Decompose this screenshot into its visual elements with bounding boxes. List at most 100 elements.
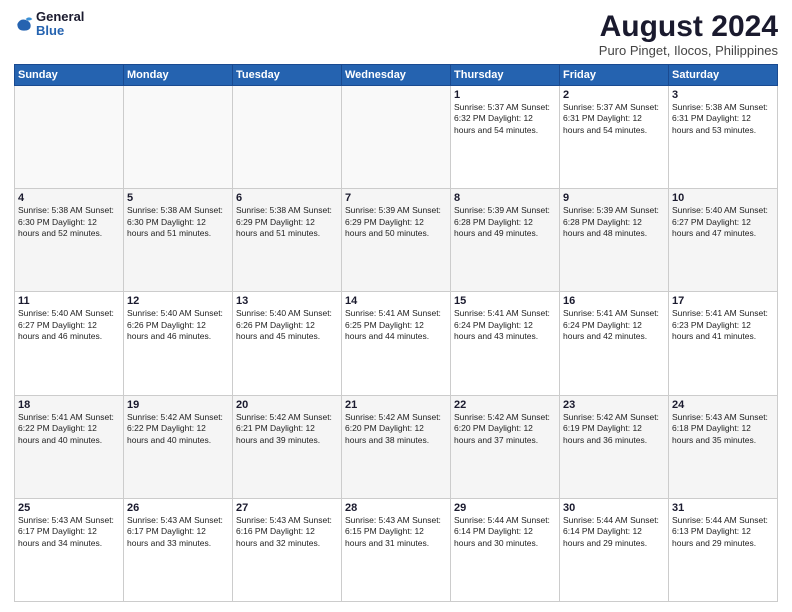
day-number: 7: [345, 192, 447, 204]
cell-info: Sunrise: 5:44 AM Sunset: 6:14 PM Dayligh…: [563, 515, 665, 549]
calendar-cell: 31Sunrise: 5:44 AM Sunset: 6:13 PM Dayli…: [669, 498, 778, 601]
day-number: 17: [672, 295, 774, 307]
cell-info: Sunrise: 5:37 AM Sunset: 6:32 PM Dayligh…: [454, 102, 556, 136]
cell-info: Sunrise: 5:43 AM Sunset: 6:17 PM Dayligh…: [18, 515, 120, 549]
calendar-cell: 15Sunrise: 5:41 AM Sunset: 6:24 PM Dayli…: [451, 292, 560, 395]
day-number: 6: [236, 192, 338, 204]
cell-info: Sunrise: 5:38 AM Sunset: 6:29 PM Dayligh…: [236, 205, 338, 239]
cell-info: Sunrise: 5:38 AM Sunset: 6:31 PM Dayligh…: [672, 102, 774, 136]
week-row-1: 1Sunrise: 5:37 AM Sunset: 6:32 PM Daylig…: [15, 86, 778, 189]
day-header-friday: Friday: [560, 65, 669, 86]
day-number: 31: [672, 502, 774, 514]
calendar-cell: 8Sunrise: 5:39 AM Sunset: 6:28 PM Daylig…: [451, 189, 560, 292]
calendar-cell: 30Sunrise: 5:44 AM Sunset: 6:14 PM Dayli…: [560, 498, 669, 601]
day-number: 19: [127, 399, 229, 411]
calendar-cell: 4Sunrise: 5:38 AM Sunset: 6:30 PM Daylig…: [15, 189, 124, 292]
day-number: 20: [236, 399, 338, 411]
cell-info: Sunrise: 5:40 AM Sunset: 6:27 PM Dayligh…: [672, 205, 774, 239]
day-header-wednesday: Wednesday: [342, 65, 451, 86]
day-number: 13: [236, 295, 338, 307]
calendar-cell: [124, 86, 233, 189]
week-row-5: 25Sunrise: 5:43 AM Sunset: 6:17 PM Dayli…: [15, 498, 778, 601]
cell-info: Sunrise: 5:40 AM Sunset: 6:27 PM Dayligh…: [18, 308, 120, 342]
day-number: 23: [563, 399, 665, 411]
cell-info: Sunrise: 5:44 AM Sunset: 6:14 PM Dayligh…: [454, 515, 556, 549]
calendar-cell: 24Sunrise: 5:43 AM Sunset: 6:18 PM Dayli…: [669, 395, 778, 498]
day-number: 12: [127, 295, 229, 307]
day-number: 5: [127, 192, 229, 204]
day-number: 8: [454, 192, 556, 204]
week-row-2: 4 Sunrise: 5:38 AM Sunset: 6:30 PM Daylig…: [15, 189, 778, 292]
day-number: 29: [454, 502, 556, 514]
day-number: 24: [672, 399, 774, 411]
day-number: 4: [18, 192, 120, 204]
day-number: 11: [18, 295, 120, 307]
calendar-cell: 13Sunrise: 5:40 AM Sunset: 6:26 PM Dayli…: [233, 292, 342, 395]
week-row-4: 18Sunrise: 5:41 AM Sunset: 6:22 PM Dayli…: [15, 395, 778, 498]
calendar-cell: 12Sunrise: 5:40 AM Sunset: 6:26 PM Dayli…: [124, 292, 233, 395]
calendar-cell: 19Sunrise: 5:42 AM Sunset: 6:22 PM Dayli…: [124, 395, 233, 498]
calendar-cell: [15, 86, 124, 189]
cell-info: Sunrise: 5:43 AM Sunset: 6:18 PM Dayligh…: [672, 412, 774, 446]
calendar-cell: 6Sunrise: 5:38 AM Sunset: 6:29 PM Daylig…: [233, 189, 342, 292]
cell-info: Sunrise: 5:41 AM Sunset: 6:24 PM Dayligh…: [563, 308, 665, 342]
header: General Blue August 2024 Puro Pinget, Il…: [14, 10, 778, 58]
calendar-cell: 7Sunrise: 5:39 AM Sunset: 6:29 PM Daylig…: [342, 189, 451, 292]
cell-info: Sunrise: 5:42 AM Sunset: 6:20 PM Dayligh…: [345, 412, 447, 446]
calendar-cell: 17Sunrise: 5:41 AM Sunset: 6:23 PM Dayli…: [669, 292, 778, 395]
calendar-cell: [342, 86, 451, 189]
logo-icon: [14, 14, 34, 34]
calendar-cell: 21Sunrise: 5:42 AM Sunset: 6:20 PM Dayli…: [342, 395, 451, 498]
cell-info: Sunrise: 5:42 AM Sunset: 6:19 PM Dayligh…: [563, 412, 665, 446]
calendar-cell: [233, 86, 342, 189]
calendar-cell: 5Sunrise: 5:38 AM Sunset: 6:30 PM Daylig…: [124, 189, 233, 292]
cell-info: Sunrise: 5:38 AM Sunset: 6:30 PM Dayligh…: [127, 205, 229, 239]
day-number: 30: [563, 502, 665, 514]
calendar-cell: 9Sunrise: 5:39 AM Sunset: 6:28 PM Daylig…: [560, 189, 669, 292]
cell-info: Sunrise: 5:43 AM Sunset: 6:17 PM Dayligh…: [127, 515, 229, 549]
cell-info: Sunrise: 5:41 AM Sunset: 6:24 PM Dayligh…: [454, 308, 556, 342]
calendar-cell: 27Sunrise: 5:43 AM Sunset: 6:16 PM Dayli…: [233, 498, 342, 601]
day-number: 10: [672, 192, 774, 204]
day-number: 3: [672, 89, 774, 101]
calendar-cell: 22Sunrise: 5:42 AM Sunset: 6:20 PM Dayli…: [451, 395, 560, 498]
cell-info: Sunrise: 5:44 AM Sunset: 6:13 PM Dayligh…: [672, 515, 774, 549]
day-header-monday: Monday: [124, 65, 233, 86]
cell-info: Sunrise: 5:41 AM Sunset: 6:23 PM Dayligh…: [672, 308, 774, 342]
calendar-cell: 1Sunrise: 5:37 AM Sunset: 6:32 PM Daylig…: [451, 86, 560, 189]
cell-info: Sunrise: 5:40 AM Sunset: 6:26 PM Dayligh…: [236, 308, 338, 342]
calendar-cell: 14Sunrise: 5:41 AM Sunset: 6:25 PM Dayli…: [342, 292, 451, 395]
calendar-cell: 3Sunrise: 5:38 AM Sunset: 6:31 PM Daylig…: [669, 86, 778, 189]
cell-info: Sunrise: 5:39 AM Sunset: 6:29 PM Dayligh…: [345, 205, 447, 239]
cell-info: Sunrise: 5:42 AM Sunset: 6:22 PM Dayligh…: [127, 412, 229, 446]
page: General Blue August 2024 Puro Pinget, Il…: [0, 0, 792, 612]
calendar-cell: 29Sunrise: 5:44 AM Sunset: 6:14 PM Dayli…: [451, 498, 560, 601]
calendar-cell: 18Sunrise: 5:41 AM Sunset: 6:22 PM Dayli…: [15, 395, 124, 498]
day-number: 28: [345, 502, 447, 514]
cell-info: Sunrise: 5:39 AM Sunset: 6:28 PM Dayligh…: [454, 205, 556, 239]
calendar-header-row: SundayMondayTuesdayWednesdayThursdayFrid…: [15, 65, 778, 86]
day-number: 27: [236, 502, 338, 514]
title-block: August 2024 Puro Pinget, Ilocos, Philipp…: [599, 10, 778, 58]
cell-info: Sunrise: 5:43 AM Sunset: 6:15 PM Dayligh…: [345, 515, 447, 549]
cell-info: Sunrise: 5:42 AM Sunset: 6:21 PM Dayligh…: [236, 412, 338, 446]
cell-info: Sunrise: 5:41 AM Sunset: 6:25 PM Dayligh…: [345, 308, 447, 342]
calendar-cell: 11Sunrise: 5:40 AM Sunset: 6:27 PM Dayli…: [15, 292, 124, 395]
calendar-cell: 2Sunrise: 5:37 AM Sunset: 6:31 PM Daylig…: [560, 86, 669, 189]
calendar: SundayMondayTuesdayWednesdayThursdayFrid…: [14, 64, 778, 602]
day-number: 18: [18, 399, 120, 411]
calendar-cell: 23Sunrise: 5:42 AM Sunset: 6:19 PM Dayli…: [560, 395, 669, 498]
calendar-cell: 28Sunrise: 5:43 AM Sunset: 6:15 PM Dayli…: [342, 498, 451, 601]
calendar-cell: 10Sunrise: 5:40 AM Sunset: 6:27 PM Dayli…: [669, 189, 778, 292]
week-row-3: 11Sunrise: 5:40 AM Sunset: 6:27 PM Dayli…: [15, 292, 778, 395]
day-number: 1: [454, 89, 556, 101]
day-number: 14: [345, 295, 447, 307]
day-number: 22: [454, 399, 556, 411]
location: Puro Pinget, Ilocos, Philippines: [599, 43, 778, 58]
calendar-cell: 16Sunrise: 5:41 AM Sunset: 6:24 PM Dayli…: [560, 292, 669, 395]
calendar-cell: 26Sunrise: 5:43 AM Sunset: 6:17 PM Dayli…: [124, 498, 233, 601]
day-number: 15: [454, 295, 556, 307]
cell-info: Sunrise: 5:42 AM Sunset: 6:20 PM Dayligh…: [454, 412, 556, 446]
day-header-tuesday: Tuesday: [233, 65, 342, 86]
day-number: 25: [18, 502, 120, 514]
